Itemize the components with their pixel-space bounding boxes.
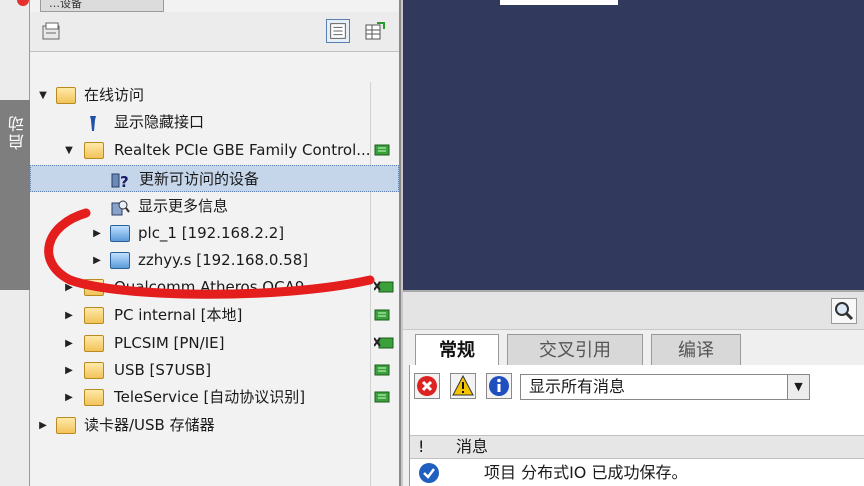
error-icon — [417, 376, 437, 396]
left-strip: 启动 — [0, 0, 30, 486]
header-message: 消息 — [456, 437, 489, 456]
tree-item-label: 读卡器/USB 存储器 — [84, 416, 215, 434]
connected-status-icon — [374, 391, 390, 403]
tree-item-label: Qualcomm Atheros QCA9... — [114, 278, 319, 296]
network-adapter-folder-icon — [84, 389, 104, 406]
tree-item-label: TeleService [自动协议识别] — [114, 388, 306, 406]
message-row[interactable]: 项目 分布式IO 已成功保存。 — [410, 460, 864, 486]
plc-device-icon — [110, 252, 130, 269]
inspector-window: 常规 交叉引用 编译 显示所有消息 ▼ ! 消息 项目 分布式IO 已成功保存。 — [403, 290, 864, 486]
list-view-icon[interactable] — [326, 19, 350, 43]
online-access-panel: …设备 ▼ 在线访问显示隐藏接口 ▼ Realtek PCIe GBE Family … — [30, 0, 401, 486]
device-view-icon[interactable] — [40, 20, 64, 44]
connected-status-icon — [374, 309, 390, 321]
tree-item[interactable]: 显示更多信息 — [30, 193, 399, 220]
success-check-icon — [419, 463, 439, 483]
inspector-toolbar — [403, 292, 864, 330]
online-access-folder-icon — [56, 87, 76, 104]
info-icon — [489, 376, 509, 396]
start-tab[interactable]: 启动 — [0, 100, 30, 290]
svg-text:?: ? — [120, 173, 129, 189]
expand-open-icon[interactable]: ▼ — [62, 137, 76, 164]
expand-closed-icon[interactable]: ▶ — [90, 220, 104, 247]
disconnected-status-icon — [374, 337, 394, 349]
header-severity: ! — [418, 437, 425, 456]
zoom-button[interactable] — [831, 298, 857, 324]
filter-warnings-button[interactable] — [450, 373, 476, 399]
network-adapter-folder-icon — [84, 142, 104, 159]
expand-open-icon[interactable]: ▼ — [36, 82, 50, 109]
tree-item-label: 在线访问 — [84, 86, 145, 104]
export-table-icon[interactable] — [363, 19, 387, 43]
more-info-icon — [110, 198, 130, 216]
tree-item[interactable]: ▼ Realtek PCIe GBE Family Control... — [30, 137, 399, 164]
start-tab-label: 启动 — [8, 114, 27, 150]
update-devices-icon: ? — [111, 171, 131, 191]
disconnected-status-icon — [374, 281, 394, 293]
network-adapter-folder-icon — [84, 335, 104, 352]
card-reader-folder-icon — [56, 417, 76, 434]
tree-item[interactable]: ▶ zzhyy.s [192.168.0.58] — [30, 247, 399, 274]
tree-item-label: plc_1 [192.168.2.2] — [138, 224, 285, 242]
filter-info-button[interactable] — [486, 373, 512, 399]
expand-closed-icon[interactable]: ▶ — [62, 357, 76, 384]
message-filter-select[interactable]: 显示所有消息 ▼ — [520, 374, 810, 400]
tree-item[interactable]: ▶ PLCSIM [PN/IE] — [30, 330, 399, 357]
tree-item[interactable]: ▶ 读卡器/USB 存储器 — [30, 412, 399, 439]
expand-closed-icon[interactable]: ▶ — [90, 247, 104, 274]
tree-item[interactable]: ▶ USB [S7USB] — [30, 357, 399, 384]
tree-item-label: zzhyy.s [192.168.0.58] — [138, 251, 309, 269]
expand-closed-icon[interactable]: ▶ — [62, 330, 76, 357]
tree-item-label: 显示更多信息 — [138, 197, 229, 215]
tree-item[interactable]: ▼ 在线访问 — [30, 82, 399, 109]
network-adapter-folder-icon — [84, 307, 104, 324]
network-adapter-folder-icon — [84, 362, 104, 379]
tree-item[interactable]: ▶ Qualcomm Atheros QCA9... — [30, 274, 399, 301]
record-indicator-icon — [17, 0, 29, 6]
tree-item-label: Realtek PCIe GBE Family Control... — [114, 141, 371, 159]
magnifier-icon — [835, 302, 854, 321]
tree-item-label: PLCSIM [PN/IE] — [114, 334, 225, 352]
tab-general[interactable]: 常规 — [415, 334, 499, 366]
editor-canvas — [403, 0, 864, 290]
tree-item[interactable]: ? 更新可访问的设备 — [30, 165, 399, 192]
panel-toolbar — [30, 12, 399, 52]
tree-item-label: USB [S7USB] — [114, 361, 212, 379]
message-text: 项目 分布式IO 已成功保存。 — [484, 463, 688, 482]
connected-status-icon — [374, 144, 390, 156]
tree-item[interactable]: ▶ TeleService [自动协议识别] — [30, 384, 399, 411]
message-filter-value: 显示所有消息 — [529, 377, 626, 396]
network-adapter-folder-icon — [84, 279, 104, 296]
tree-item[interactable]: ▶ PC internal [本地] — [30, 302, 399, 329]
expand-closed-icon[interactable]: ▶ — [62, 302, 76, 329]
tab-compile[interactable]: 编译 — [651, 334, 741, 366]
tree-item-label: 更新可访问的设备 — [139, 170, 260, 188]
tab-cross-reference[interactable]: 交叉引用 — [507, 334, 643, 366]
expand-closed-icon[interactable]: ▶ — [62, 274, 76, 301]
plc-device-icon — [110, 225, 130, 242]
tree-item-label: 显示隐藏接口 — [114, 113, 205, 131]
tree-item[interactable]: 显示隐藏接口 — [30, 109, 399, 136]
wrench-icon — [84, 114, 104, 131]
chevron-down-icon[interactable]: ▼ — [787, 375, 809, 399]
canvas-white-block — [500, 0, 618, 5]
panel-title-tab[interactable]: …设备 — [40, 0, 164, 12]
tree-item-label: PC internal [本地] — [114, 306, 243, 324]
connected-status-icon — [374, 364, 390, 376]
expand-closed-icon[interactable]: ▶ — [36, 412, 50, 439]
expand-closed-icon[interactable]: ▶ — [62, 384, 76, 411]
inspector-body: 显示所有消息 ▼ ! 消息 项目 分布式IO 已成功保存。 — [409, 365, 864, 486]
warning-icon — [452, 374, 474, 396]
tree-item[interactable]: ▶ plc_1 [192.168.2.2] — [30, 220, 399, 247]
filter-errors-button[interactable] — [414, 373, 440, 399]
message-table-header: ! 消息 — [410, 435, 864, 459]
